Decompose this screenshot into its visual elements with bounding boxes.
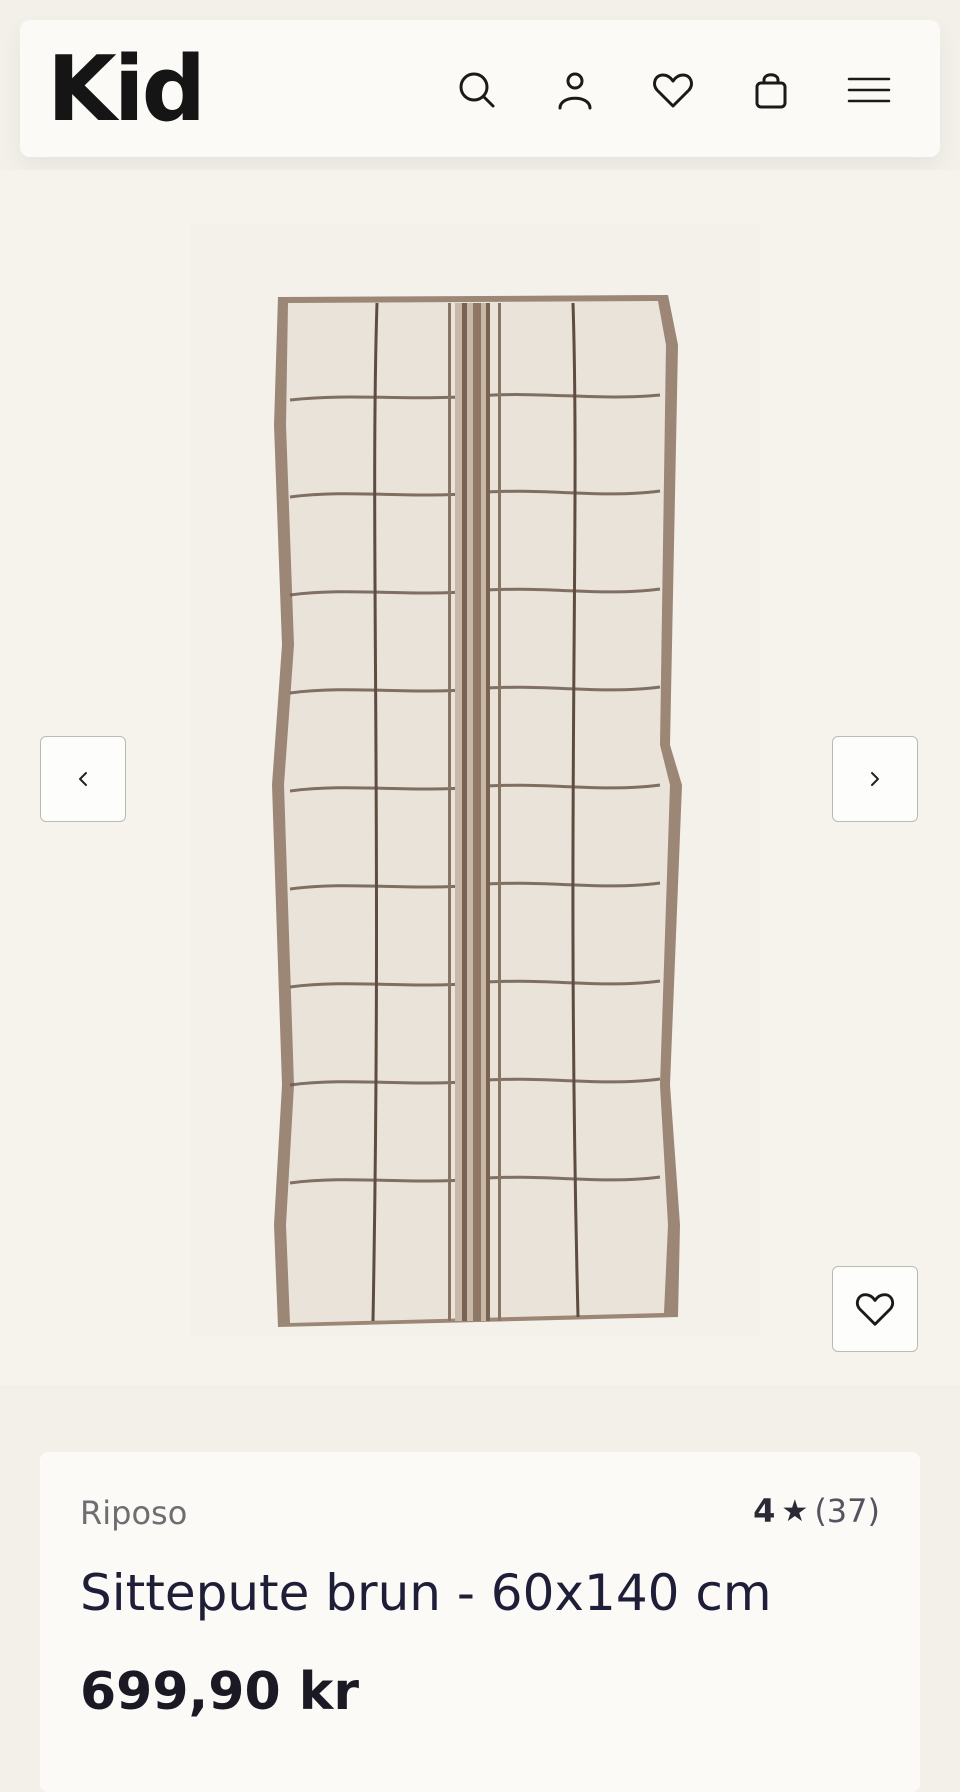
site-header: Kid: [20, 20, 940, 157]
previous-image-button[interactable]: [40, 736, 126, 822]
chevron-left-icon: [79, 772, 87, 786]
product-brand[interactable]: Riposo: [80, 1494, 187, 1532]
product-image[interactable]: [190, 225, 760, 1335]
product-price: 699,90 kr: [80, 1662, 359, 1722]
rating-score: 4: [753, 1492, 776, 1530]
menu-icon[interactable]: [847, 68, 891, 112]
star-icon: ★: [781, 1493, 809, 1529]
rating-count: (37): [814, 1492, 880, 1530]
product-info-card: Riposo 4 ★ (37) Sittepute brun - 60x140 …: [40, 1452, 920, 1792]
product-gallery: [0, 170, 960, 1385]
search-icon[interactable]: [455, 68, 499, 112]
heart-icon: [855, 1293, 895, 1326]
site-logo[interactable]: Kid: [47, 40, 206, 140]
bag-icon[interactable]: [749, 68, 793, 112]
next-image-button[interactable]: [832, 736, 918, 822]
add-to-wishlist-button[interactable]: [832, 1266, 918, 1352]
user-icon[interactable]: [553, 68, 597, 112]
heart-icon[interactable]: [651, 68, 695, 112]
chevron-right-icon: [871, 772, 879, 786]
product-rating[interactable]: 4 ★ (37): [753, 1492, 880, 1530]
product-title: Sittepute brun - 60x140 cm: [80, 1564, 772, 1622]
